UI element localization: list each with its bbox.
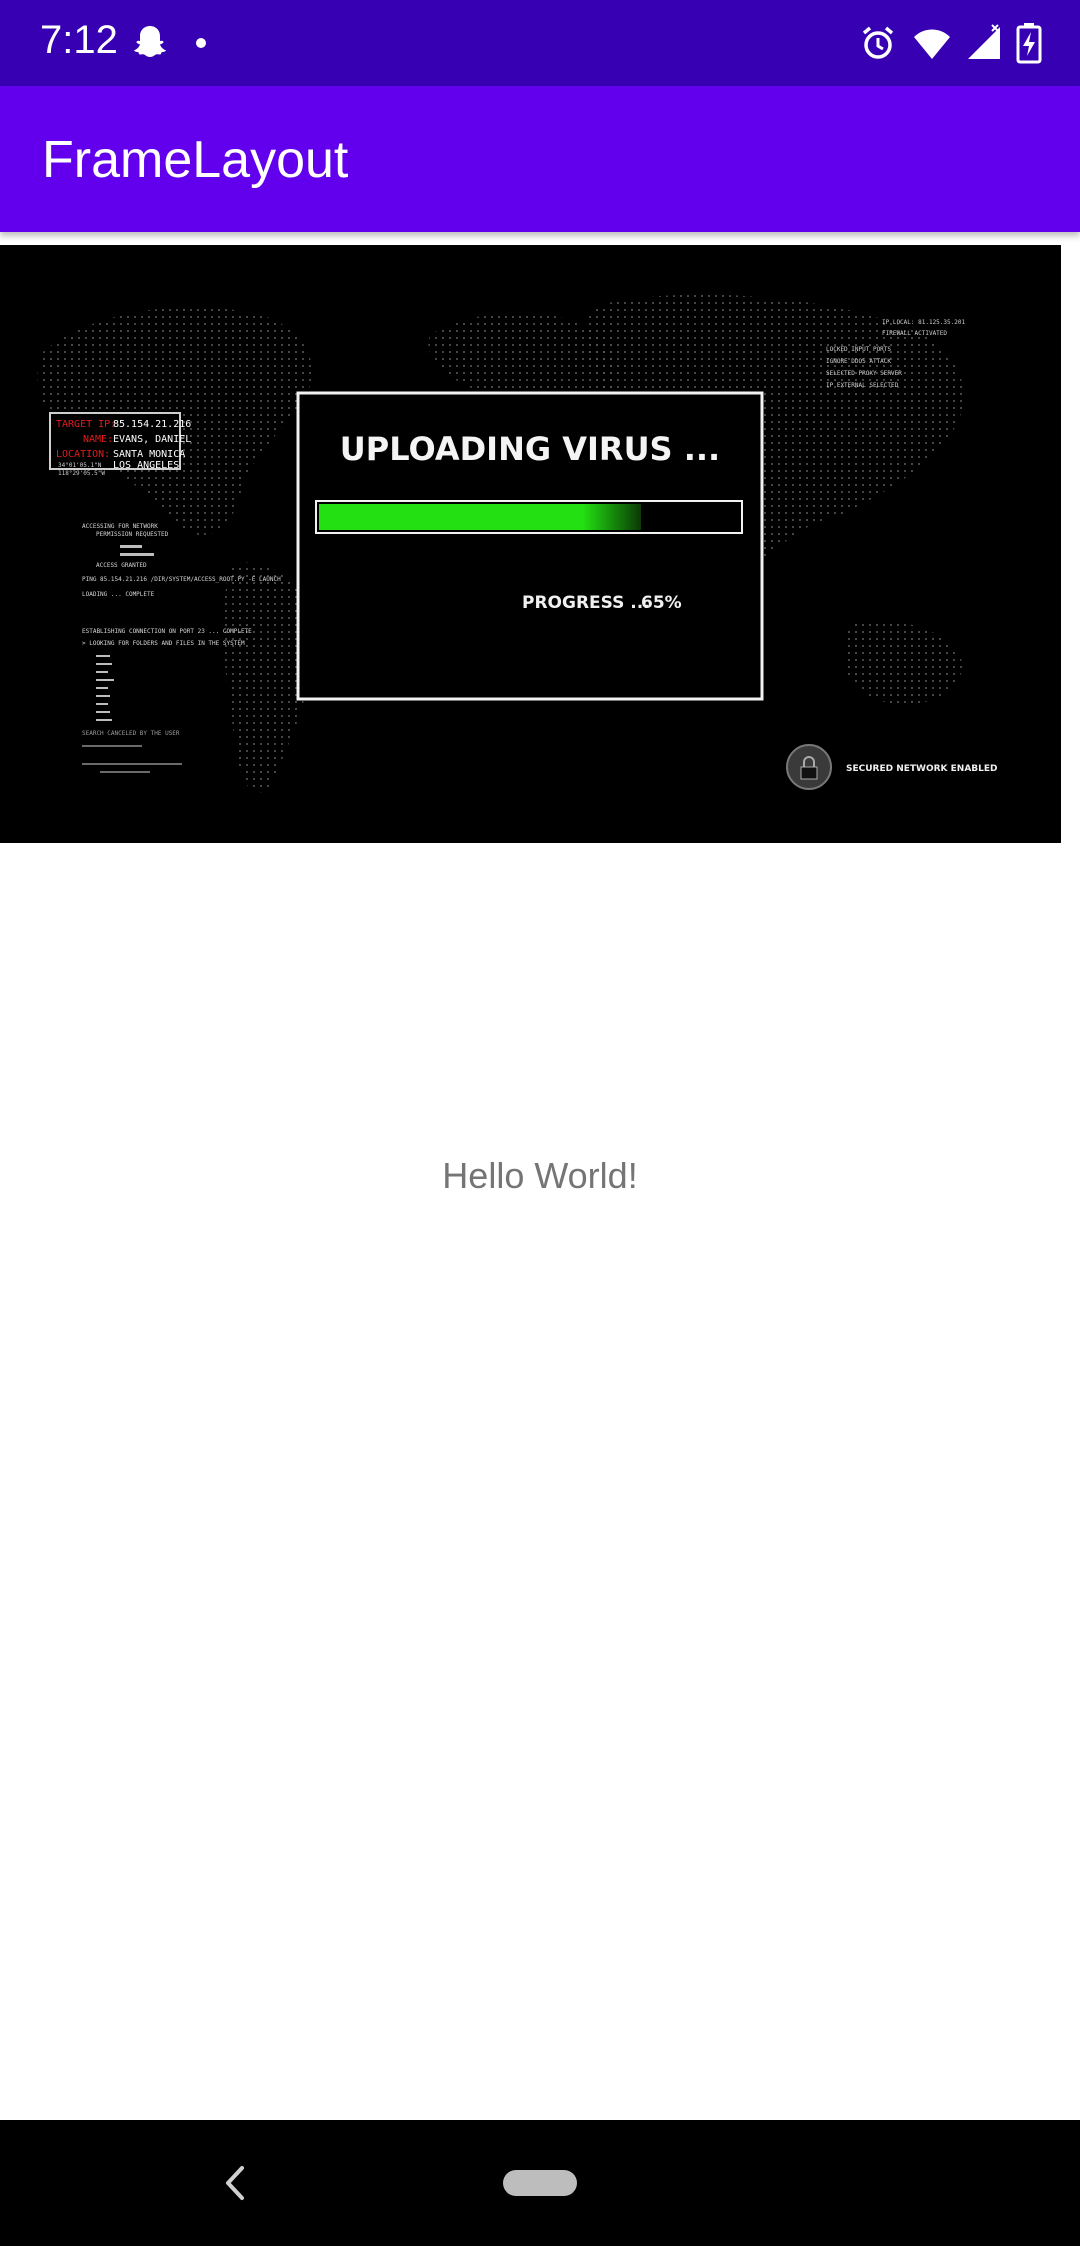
status-right-icons: [858, 20, 1042, 66]
svg-text:IGNORE DDOS ATTACK: IGNORE DDOS ATTACK: [826, 358, 891, 365]
battery-charging-icon: [1016, 23, 1042, 64]
svg-text:LOCKED INPUT PORTS: LOCKED INPUT PORTS: [826, 346, 891, 353]
snapchat-icon: [134, 26, 166, 57]
location-value-1: SANTA MONICA: [113, 449, 185, 460]
svg-text:IP EXTERNAL SELECTED: IP EXTERNAL SELECTED: [826, 382, 899, 389]
coord-2: 118°29'05.5"W: [58, 470, 105, 477]
dot-icon: [196, 38, 206, 48]
svg-text:> LOOKING FOR FOLDERS AND FILE: > LOOKING FOR FOLDERS AND FILES IN THE S…: [82, 640, 245, 647]
secured-label: SECURED NETWORK ENABLED: [846, 764, 998, 774]
status-time: 7:12: [40, 18, 118, 62]
location-value-2: LOS ANGELES: [113, 460, 179, 471]
signal-icon: [968, 24, 1000, 59]
svg-text:PING 85.154.21.216 /DIR/SYSTEM: PING 85.154.21.216 /DIR/SYSTEM/ACCESS_RO…: [82, 576, 281, 583]
svg-text:ACCESS GRANTED: ACCESS GRANTED: [96, 562, 147, 569]
svg-text:LOADING ... COMPLETE: LOADING ... COMPLETE: [82, 591, 155, 598]
location-label: LOCATION:: [56, 449, 110, 460]
coord-1: 34°01'05.1"N: [58, 462, 102, 469]
app-bar: FrameLayout: [0, 86, 1080, 232]
name-value: EVANS, DANIEL: [113, 434, 191, 445]
app-title: FrameLayout: [42, 131, 349, 189]
progress-value: 65%: [641, 593, 682, 613]
svg-text:FIREWALL ACTIVATED: FIREWALL ACTIVATED: [882, 330, 947, 337]
wifi-icon: [914, 29, 950, 59]
svg-text:SEARCH CANCELED BY THE USER: SEARCH CANCELED BY THE USER: [82, 730, 180, 737]
target-ip-value: 85.154.21.216: [113, 419, 191, 430]
name-label: NAME:: [83, 434, 113, 445]
target-ip-label: TARGET IP:: [56, 419, 116, 430]
banner-art: TARGET IP: 85.154.21.216 NAME: EVANS, DA…: [0, 245, 1061, 843]
status-bar: 7:12: [0, 0, 1080, 86]
alarm-icon: [862, 26, 894, 59]
upload-dialog: UPLOADING VIRUS ... PROGRESS ... 65%: [296, 391, 764, 701]
svg-text:ACCESSING FOR NETWORK: ACCESSING FOR NETWORK: [82, 523, 158, 530]
home-pill-icon[interactable]: [503, 2170, 577, 2196]
target-info-box: TARGET IP: 85.154.21.216 NAME: EVANS, DA…: [49, 412, 191, 477]
svg-text:ESTABLISHING CONNECTION ON POR: ESTABLISHING CONNECTION ON PORT 23 ... C…: [82, 628, 252, 635]
status-left-icons: [130, 20, 208, 66]
svg-text:SELECTED PROXY SERVER: SELECTED PROXY SERVER: [826, 370, 902, 377]
hello-world-text: Hello World!: [442, 1155, 638, 1196]
progress-fill: [319, 504, 641, 530]
back-icon[interactable]: [212, 2156, 260, 2210]
upload-heading: UPLOADING VIRUS ...: [340, 430, 720, 468]
svg-text:IP LOCAL: 81.125.35.201: IP LOCAL: 81.125.35.201: [882, 319, 965, 326]
uploading-virus-image: TARGET IP: 85.154.21.216 NAME: EVANS, DA…: [0, 245, 1061, 843]
svg-text:PERMISSION REQUESTED: PERMISSION REQUESTED: [96, 531, 169, 538]
navigation-bar: [0, 2120, 1080, 2246]
progress-label: PROGRESS ...: [522, 593, 650, 613]
